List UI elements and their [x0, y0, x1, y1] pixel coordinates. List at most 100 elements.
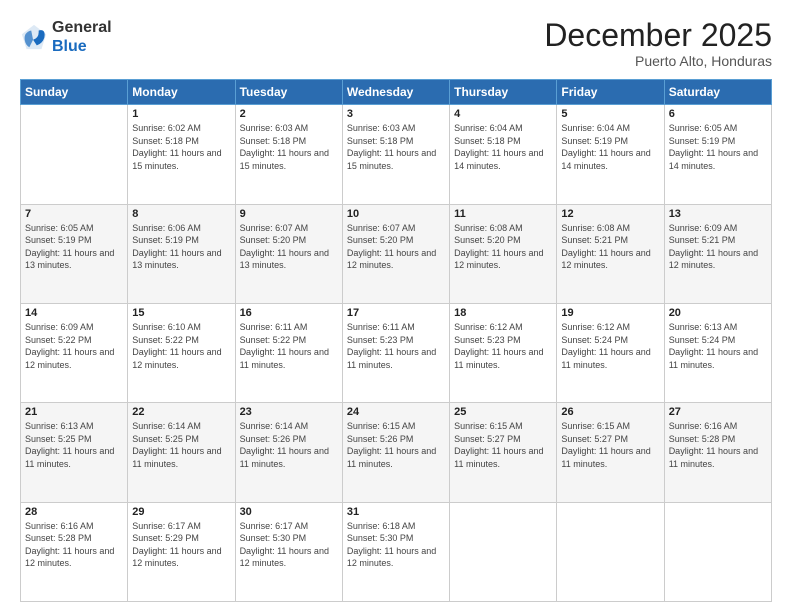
- day-number: 27: [669, 406, 767, 418]
- calendar-cell: 9 Sunrise: 6:07 AMSunset: 5:20 PMDaylight…: [235, 204, 342, 303]
- col-header-saturday: Saturday: [664, 80, 771, 105]
- day-number: 1: [132, 108, 230, 120]
- calendar-cell: 28Sunrise: 6:16 AMSunset: 5:28 PMDayligh…: [21, 502, 128, 601]
- col-header-monday: Monday: [128, 80, 235, 105]
- day-number: 2: [240, 108, 338, 120]
- calendar-cell: 14 Sunrise: 6:09 AMSunset: 5:22 PMDayligh…: [21, 303, 128, 402]
- day-number: 7: [25, 208, 123, 220]
- day-number: 13: [669, 208, 767, 220]
- day-number: 5: [561, 108, 659, 120]
- day-info: Sunrise: 6:16 AMSunset: 5:28 PMDaylight:…: [25, 520, 123, 570]
- day-info: Sunrise: 6:15 AMSunset: 5:27 PMDaylight:…: [454, 420, 552, 470]
- calendar-cell: 6 Sunrise: 6:05 AMSunset: 5:19 PMDaylight…: [664, 105, 771, 204]
- day-info: Sunrise: 6:12 AMSunset: 5:23 PMDaylight:…: [454, 321, 552, 371]
- col-header-friday: Friday: [557, 80, 664, 105]
- day-info: Sunrise: 6:09 AMSunset: 5:21 PMDaylight:…: [669, 222, 767, 272]
- title-block: December 2025 Puerto Alto, Honduras: [544, 18, 772, 69]
- subtitle: Puerto Alto, Honduras: [544, 53, 772, 69]
- calendar-cell: 2Sunrise: 6:03 AMSunset: 5:18 PMDaylight…: [235, 105, 342, 204]
- day-info: Sunrise: 6:08 AMSunset: 5:21 PMDaylight:…: [561, 222, 659, 272]
- calendar-cell: 11Sunrise: 6:08 AMSunset: 5:20 PMDayligh…: [450, 204, 557, 303]
- day-number: 29: [132, 506, 230, 518]
- calendar-cell: 17 Sunrise: 6:11 AMSunset: 5:23 PMDayligh…: [342, 303, 449, 402]
- day-info: Sunrise: 6:05 AMSunset: 5:19 PMDaylight:…: [25, 222, 123, 272]
- day-number: 9: [240, 208, 338, 220]
- calendar-cell: [557, 502, 664, 601]
- calendar-cell: 16 Sunrise: 6:11 AMSunset: 5:22 PMDayligh…: [235, 303, 342, 402]
- day-info: Sunrise: 6:13 AMSunset: 5:25 PMDaylight:…: [25, 420, 123, 470]
- day-info: Sunrise: 6:18 AMSunset: 5:30 PMDaylight:…: [347, 520, 445, 570]
- calendar-row: 28Sunrise: 6:16 AMSunset: 5:28 PMDayligh…: [21, 502, 772, 601]
- day-info: Sunrise: 6:02 AMSunset: 5:18 PMDaylight:…: [132, 122, 230, 172]
- calendar-cell: 25 Sunrise: 6:15 AMSunset: 5:27 PMDayligh…: [450, 403, 557, 502]
- col-header-sunday: Sunday: [21, 80, 128, 105]
- day-number: 30: [240, 506, 338, 518]
- day-number: 20: [669, 307, 767, 319]
- day-info: Sunrise: 6:14 AMSunset: 5:25 PMDaylight:…: [132, 420, 230, 470]
- col-header-wednesday: Wednesday: [342, 80, 449, 105]
- day-info: Sunrise: 6:14 AMSunset: 5:26 PMDaylight:…: [240, 420, 338, 470]
- day-number: 23: [240, 406, 338, 418]
- day-info: Sunrise: 6:03 AMSunset: 5:18 PMDaylight:…: [347, 122, 445, 172]
- calendar-cell: 7 Sunrise: 6:05 AMSunset: 5:19 PMDaylight…: [21, 204, 128, 303]
- day-info: Sunrise: 6:15 AMSunset: 5:27 PMDaylight:…: [561, 420, 659, 470]
- page: General Blue December 2025 Puerto Alto, …: [0, 0, 792, 612]
- logo-blue: Blue: [52, 37, 112, 56]
- calendar-cell: 12Sunrise: 6:08 AMSunset: 5:21 PMDayligh…: [557, 204, 664, 303]
- calendar-cell: 10Sunrise: 6:07 AMSunset: 5:20 PMDayligh…: [342, 204, 449, 303]
- header: General Blue December 2025 Puerto Alto, …: [20, 18, 772, 69]
- logo-general: General: [52, 18, 112, 37]
- day-number: 21: [25, 406, 123, 418]
- calendar-cell: 30Sunrise: 6:17 AMSunset: 5:30 PMDayligh…: [235, 502, 342, 601]
- day-number: 8: [132, 208, 230, 220]
- day-number: 14: [25, 307, 123, 319]
- calendar-cell: 1 Sunrise: 6:02 AMSunset: 5:18 PMDaylight…: [128, 105, 235, 204]
- calendar-cell: [21, 105, 128, 204]
- calendar-cell: 4 Sunrise: 6:04 AMSunset: 5:18 PMDaylight…: [450, 105, 557, 204]
- calendar-cell: 20Sunrise: 6:13 AMSunset: 5:24 PMDayligh…: [664, 303, 771, 402]
- day-number: 3: [347, 108, 445, 120]
- day-info: Sunrise: 6:04 AMSunset: 5:19 PMDaylight:…: [561, 122, 659, 172]
- day-number: 18: [454, 307, 552, 319]
- logo-icon: [20, 23, 48, 51]
- calendar-cell: 29 Sunrise: 6:17 AMSunset: 5:29 PMDayligh…: [128, 502, 235, 601]
- day-info: Sunrise: 6:10 AMSunset: 5:22 PMDaylight:…: [132, 321, 230, 371]
- day-info: Sunrise: 6:17 AMSunset: 5:29 PMDaylight:…: [132, 520, 230, 570]
- day-info: Sunrise: 6:16 AMSunset: 5:28 PMDaylight:…: [669, 420, 767, 470]
- day-info: Sunrise: 6:11 AMSunset: 5:22 PMDaylight:…: [240, 321, 338, 371]
- day-number: 31: [347, 506, 445, 518]
- day-info: Sunrise: 6:05 AMSunset: 5:19 PMDaylight:…: [669, 122, 767, 172]
- day-info: Sunrise: 6:04 AMSunset: 5:18 PMDaylight:…: [454, 122, 552, 172]
- day-number: 10: [347, 208, 445, 220]
- col-header-tuesday: Tuesday: [235, 80, 342, 105]
- calendar-cell: 31 Sunrise: 6:18 AMSunset: 5:30 PMDayligh…: [342, 502, 449, 601]
- calendar-cell: 21 Sunrise: 6:13 AMSunset: 5:25 PMDayligh…: [21, 403, 128, 502]
- day-number: 25: [454, 406, 552, 418]
- day-number: 24: [347, 406, 445, 418]
- logo: General Blue: [20, 18, 112, 56]
- day-number: 4: [454, 108, 552, 120]
- calendar-cell: 19Sunrise: 6:12 AMSunset: 5:24 PMDayligh…: [557, 303, 664, 402]
- day-info: Sunrise: 6:08 AMSunset: 5:20 PMDaylight:…: [454, 222, 552, 272]
- day-info: Sunrise: 6:07 AMSunset: 5:20 PMDaylight:…: [240, 222, 338, 272]
- calendar-cell: 26 Sunrise: 6:15 AMSunset: 5:27 PMDayligh…: [557, 403, 664, 502]
- calendar-cell: [664, 502, 771, 601]
- day-info: Sunrise: 6:11 AMSunset: 5:23 PMDaylight:…: [347, 321, 445, 371]
- day-number: 16: [240, 307, 338, 319]
- day-number: 17: [347, 307, 445, 319]
- calendar-row: 7 Sunrise: 6:05 AMSunset: 5:19 PMDaylight…: [21, 204, 772, 303]
- day-number: 22: [132, 406, 230, 418]
- day-number: 26: [561, 406, 659, 418]
- day-info: Sunrise: 6:09 AMSunset: 5:22 PMDaylight:…: [25, 321, 123, 371]
- day-info: Sunrise: 6:06 AMSunset: 5:19 PMDaylight:…: [132, 222, 230, 272]
- calendar-cell: 13 Sunrise: 6:09 AMSunset: 5:21 PMDayligh…: [664, 204, 771, 303]
- calendar-cell: 18 Sunrise: 6:12 AMSunset: 5:23 PMDayligh…: [450, 303, 557, 402]
- calendar-row: 21 Sunrise: 6:13 AMSunset: 5:25 PMDayligh…: [21, 403, 772, 502]
- calendar-table: SundayMondayTuesdayWednesdayThursdayFrid…: [20, 79, 772, 602]
- day-number: 6: [669, 108, 767, 120]
- logo-text: General Blue: [52, 18, 112, 56]
- calendar-row: 14 Sunrise: 6:09 AMSunset: 5:22 PMDayligh…: [21, 303, 772, 402]
- col-header-thursday: Thursday: [450, 80, 557, 105]
- day-number: 15: [132, 307, 230, 319]
- day-info: Sunrise: 6:12 AMSunset: 5:24 PMDaylight:…: [561, 321, 659, 371]
